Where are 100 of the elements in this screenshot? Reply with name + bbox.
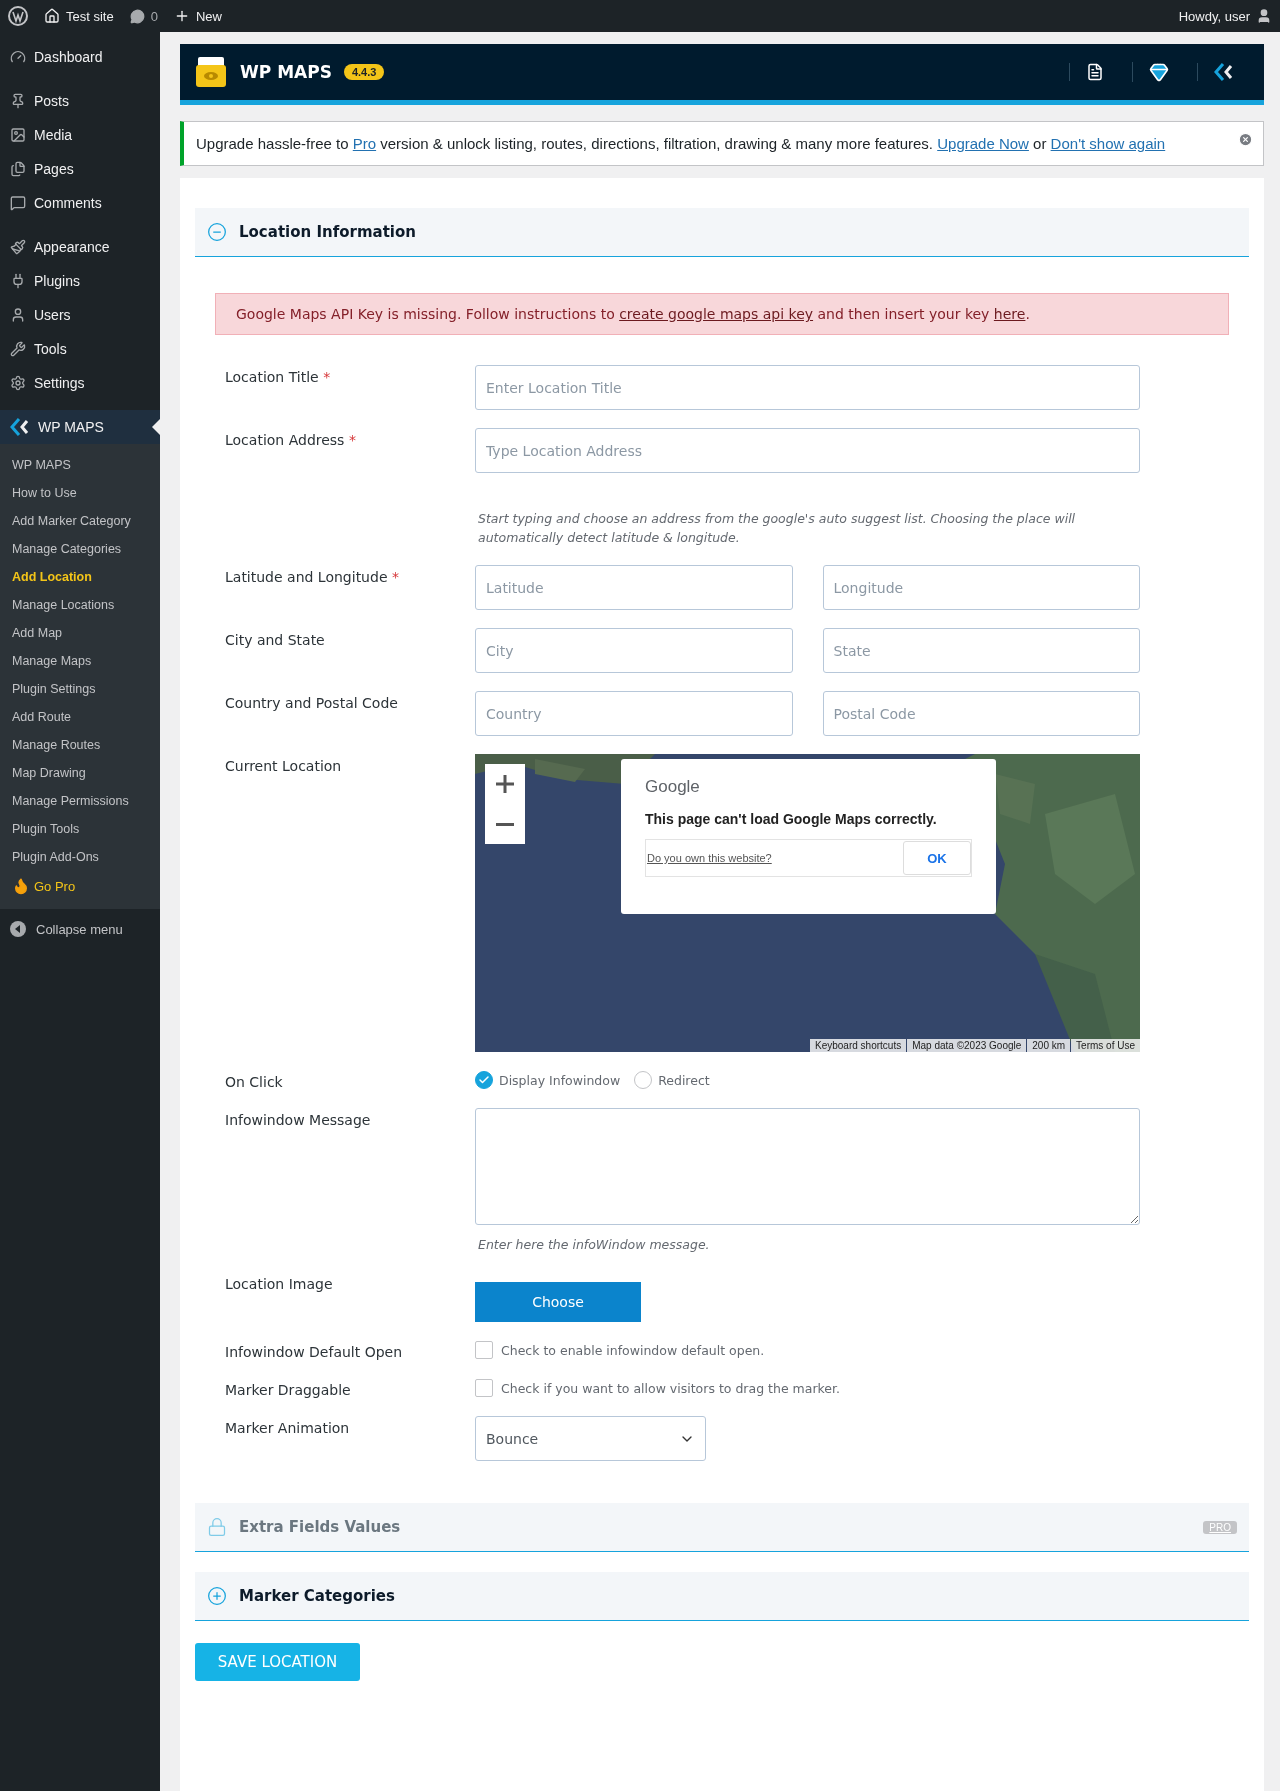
required-mark: *: [323, 369, 331, 385]
radio-button[interactable]: [475, 1071, 493, 1089]
document-icon[interactable]: [1086, 63, 1104, 81]
menu-item[interactable]: Dashboard: [0, 40, 160, 74]
section-title: Extra Fields Values: [239, 1518, 402, 1536]
required-mark: *: [391, 569, 399, 585]
checkbox-option[interactable]: Check to enable infowindow default open.: [475, 1340, 1140, 1360]
map-attribution[interactable]: 200 km: [1027, 1039, 1071, 1052]
text-field[interactable]: Enter Location Title: [475, 365, 1140, 410]
own-website-link[interactable]: Do you own this website?: [646, 852, 903, 864]
submenu-item[interactable]: Add Route: [0, 703, 160, 731]
comments-link[interactable]: 0: [129, 8, 158, 24]
submenu-item[interactable]: Map Drawing: [0, 759, 160, 787]
map-attribution[interactable]: Keyboard shortcuts: [810, 1039, 907, 1052]
menu-item[interactable]: Media: [0, 118, 160, 152]
avatar-icon: [1256, 8, 1272, 24]
radio-button[interactable]: [634, 1071, 653, 1089]
help-text: Enter here the infoWindow message.: [478, 1236, 711, 1254]
link[interactable]: here: [993, 306, 1026, 322]
section-header[interactable]: Location Information: [195, 208, 1249, 257]
new-link[interactable]: New: [173, 8, 222, 24]
submenu-item[interactable]: Manage Permissions: [0, 787, 160, 815]
submenu-item[interactable]: Add Marker Category: [0, 507, 160, 535]
submenu-item[interactable]: Manage Maps: [0, 647, 160, 675]
link[interactable]: create google maps api key: [619, 306, 814, 322]
radio-option[interactable]: Display Infowindow: [475, 1071, 621, 1089]
menu-item[interactable]: Plugins: [0, 264, 160, 298]
site-link[interactable]: Test site: [44, 8, 114, 24]
choose-button[interactable]: Choose: [475, 1282, 641, 1322]
link[interactable]: Don't show again: [1050, 135, 1166, 152]
flame-icon: [12, 877, 30, 895]
map[interactable]: Google This page can't load Google Maps correctly. Do you own this website? OK Keyboard shortcuts Map data ©2023 Google 200 km Terms of Use: [475, 754, 1140, 1052]
text-field[interactable]: Type Location Address: [475, 428, 1140, 473]
submenu-item[interactable]: Add Map: [0, 619, 160, 647]
pin-icon: [10, 93, 26, 109]
animation-select[interactable]: Bounce: [475, 1416, 706, 1461]
submenu-item[interactable]: Add Location: [0, 563, 160, 591]
menu-item[interactable]: Tools: [0, 332, 160, 366]
submenu-item[interactable]: Plugin Tools: [0, 815, 160, 843]
menu-item[interactable]: Settings: [0, 366, 160, 400]
notice-text: Upgrade hassle-free to Pro version & unlock listing, routes, directions, filtration, drawing & many more features. Upgrade Now or Don't show again: [196, 134, 1167, 154]
wrench-icon: [10, 341, 26, 357]
minus-icon: [496, 822, 514, 826]
submenu-item[interactable]: Manage Locations: [0, 591, 160, 619]
submenu-item[interactable]: How to Use: [0, 479, 160, 507]
chevron-logo-icon: [1214, 63, 1234, 81]
pro-badge: PRO: [1203, 1520, 1237, 1534]
text-field[interactable]: State: [822, 628, 1140, 673]
link[interactable]: Upgrade Now: [937, 135, 1029, 152]
map-attribution[interactable]: Terms of Use: [1071, 1039, 1140, 1052]
plug-icon: [10, 273, 26, 289]
dialog-brand: Google: [645, 777, 701, 797]
check-icon: [478, 1074, 490, 1086]
checkbox[interactable]: [475, 1341, 493, 1359]
menu-item[interactable]: Appearance: [0, 230, 160, 264]
menu-item[interactable]: WP MAPS: [0, 410, 160, 444]
comment-count: 0: [150, 8, 158, 24]
field-label: Location Address *: [225, 431, 357, 450]
checkbox[interactable]: [475, 1379, 493, 1397]
submenu-item[interactable]: Manage Categories: [0, 535, 160, 563]
section-header[interactable]: Marker Categories: [195, 1572, 1249, 1621]
link[interactable]: Pro: [352, 135, 377, 152]
menu-item[interactable]: Comments: [0, 186, 160, 220]
required-mark: *: [348, 432, 356, 448]
text-field[interactable]: City: [475, 628, 793, 673]
go-pro-link[interactable]: Go Pro: [0, 871, 160, 901]
submenu-item[interactable]: Plugin Add-Ons: [0, 843, 160, 871]
section-header[interactable]: Extra Fields Values PRO: [195, 1503, 1249, 1552]
menu-item[interactable]: Posts: [0, 84, 160, 118]
field-label: Infowindow Default Open: [225, 1343, 404, 1360]
submenu-item[interactable]: Manage Routes: [0, 731, 160, 759]
text-field[interactable]: Longitude: [822, 565, 1140, 610]
field-label: Location Title *: [225, 368, 332, 387]
ok-button[interactable]: OK: [903, 841, 971, 875]
submenu-item[interactable]: WP MAPS: [0, 451, 160, 479]
submenu-item[interactable]: Plugin Settings: [0, 675, 160, 703]
radio-option[interactable]: Redirect: [634, 1071, 710, 1089]
map-attribution[interactable]: Map data ©2023 Google: [907, 1039, 1027, 1052]
comment-icon: [129, 8, 145, 24]
chevron-logo-icon: [10, 418, 30, 436]
field-label: Marker Animation: [225, 1419, 351, 1438]
close-icon[interactable]: [1238, 132, 1253, 147]
message-field[interactable]: [475, 1108, 1140, 1225]
dialog-message: This page can't load Google Maps correctly.: [645, 811, 938, 827]
menu-item[interactable]: Users: [0, 298, 160, 332]
text-field[interactable]: Postal Code: [822, 691, 1140, 736]
field-label: Current Location: [225, 757, 343, 776]
field-label: On Click: [225, 1073, 284, 1090]
collapse-menu[interactable]: Collapse menu: [0, 909, 160, 949]
folder-eye-icon: [194, 55, 228, 89]
field-label: Latitude and Longitude *: [225, 568, 400, 587]
text-field[interactable]: Country: [475, 691, 793, 736]
checkbox-option[interactable]: Check if you want to allow visitors to drag the marker.: [475, 1378, 1140, 1398]
field-label: City and State: [225, 631, 326, 650]
text-field[interactable]: Latitude: [475, 565, 793, 610]
version-badge: 4.4.3: [343, 64, 385, 80]
wordpress-logo-icon[interactable]: [8, 6, 28, 26]
menu-item[interactable]: Pages: [0, 152, 160, 186]
gem-icon[interactable]: [1149, 62, 1169, 82]
account-menu[interactable]: Howdy, user: [1178, 8, 1272, 24]
